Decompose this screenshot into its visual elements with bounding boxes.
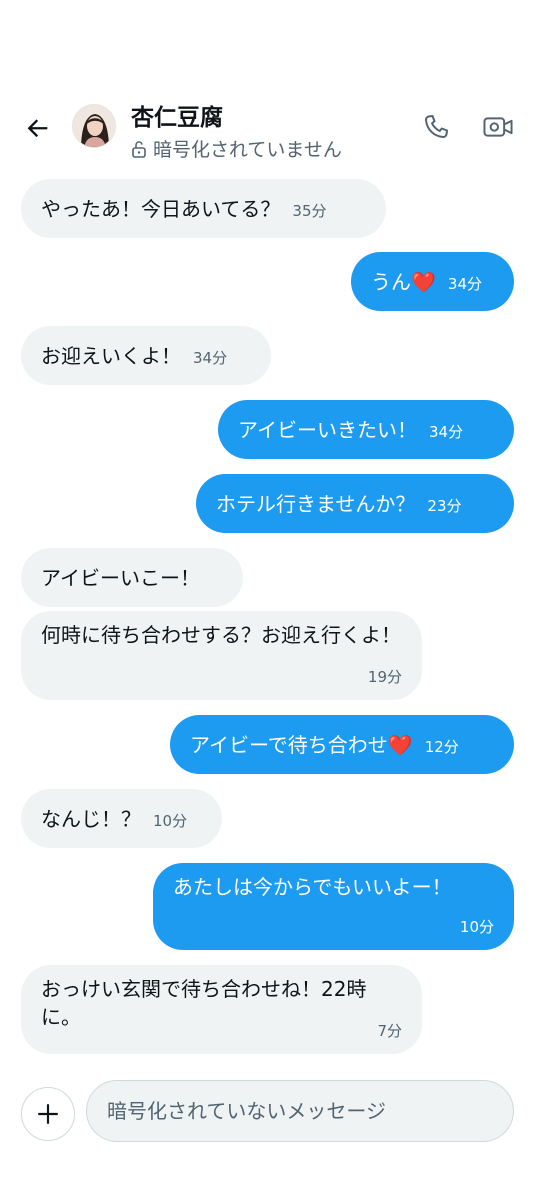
phone-icon bbox=[424, 115, 448, 139]
message-timestamp: 35分 bbox=[292, 201, 327, 220]
message-timestamp: 34分 bbox=[429, 422, 464, 441]
message-text: あたしは今からでもいいよー！ bbox=[173, 875, 452, 899]
message-timestamp: 19分 bbox=[367, 668, 402, 686]
conversation-header: 杏仁豆腐 暗号化されていません bbox=[0, 90, 535, 170]
message-timestamp: 34分 bbox=[447, 274, 482, 293]
message-timestamp: 23分 bbox=[427, 496, 462, 515]
message-timestamp: 12分 bbox=[424, 737, 459, 756]
message-text: なんじ！？ bbox=[41, 806, 141, 831]
message-timestamp: 10分 bbox=[459, 918, 494, 936]
message-text: アイビーいこー！ bbox=[41, 565, 200, 590]
message-text: ホテル行きませんか？ bbox=[216, 491, 416, 516]
message-timestamp: 34分 bbox=[193, 348, 228, 367]
message-bubble[interactable]: おっけい玄関で待ち合わせね！22時に。 7分 bbox=[21, 965, 422, 1054]
call-button[interactable] bbox=[421, 112, 451, 142]
video-icon bbox=[483, 117, 513, 137]
message-timestamp: 10分 bbox=[153, 811, 188, 830]
message-timestamp: 7分 bbox=[377, 1022, 402, 1040]
avatar[interactable] bbox=[72, 104, 116, 148]
message-bubble[interactable]: アイビーで待ち合わせ❤️ 12分 bbox=[170, 715, 514, 774]
message-text: お迎えいくよ！ bbox=[41, 343, 181, 368]
message-text: アイビーで待ち合わせ❤️ bbox=[190, 732, 413, 757]
contact-name[interactable]: 杏仁豆腐 bbox=[131, 98, 223, 132]
avatar-image bbox=[73, 105, 115, 147]
message-text: アイビーいきたい！ bbox=[238, 417, 417, 442]
message-input[interactable] bbox=[107, 1099, 513, 1123]
message-bubble[interactable]: 何時に待ち合わせする？お迎え行くよ！ 19分 bbox=[21, 611, 422, 700]
arrow-left-icon bbox=[27, 119, 48, 138]
message-bubble[interactable]: アイビーいきたい！ 34分 bbox=[218, 400, 514, 459]
unlock-icon bbox=[132, 140, 146, 158]
message-bubble[interactable]: うん❤️ 34分 bbox=[351, 252, 514, 311]
message-text: 何時に待ち合わせする？お迎え行くよ！ bbox=[41, 623, 401, 647]
message-bubble[interactable]: なんじ！？ 10分 bbox=[21, 789, 222, 848]
add-media-button[interactable] bbox=[21, 1087, 75, 1141]
message-bubble[interactable]: やったあ！今日あいてる？ 35分 bbox=[21, 179, 386, 238]
message-bubble[interactable]: アイビーいこー！ bbox=[21, 548, 243, 607]
back-button[interactable] bbox=[20, 110, 56, 146]
message-text: おっけい玄関で待ち合わせね！22時に。 bbox=[41, 977, 367, 1029]
message-bubble[interactable]: お迎えいくよ！ 34分 bbox=[21, 326, 271, 385]
message-text: うん❤️ bbox=[371, 269, 436, 294]
plus-icon bbox=[38, 1104, 58, 1124]
encryption-status: 暗号化されていません bbox=[131, 135, 342, 162]
message-bubble[interactable]: あたしは今からでもいいよー！ 10分 bbox=[153, 863, 514, 950]
message-text: やったあ！今日あいてる？ bbox=[41, 196, 281, 221]
message-bubble[interactable]: ホテル行きませんか？ 23分 bbox=[196, 474, 514, 533]
video-call-button[interactable] bbox=[482, 112, 516, 142]
dm-conversation-screen: 杏仁豆腐 暗号化されていません やったあ！今日あいてる？ 35分 うん❤️ 34… bbox=[0, 0, 535, 1200]
message-composer[interactable] bbox=[86, 1080, 514, 1142]
encryption-status-label: 暗号化されていません bbox=[153, 139, 342, 161]
